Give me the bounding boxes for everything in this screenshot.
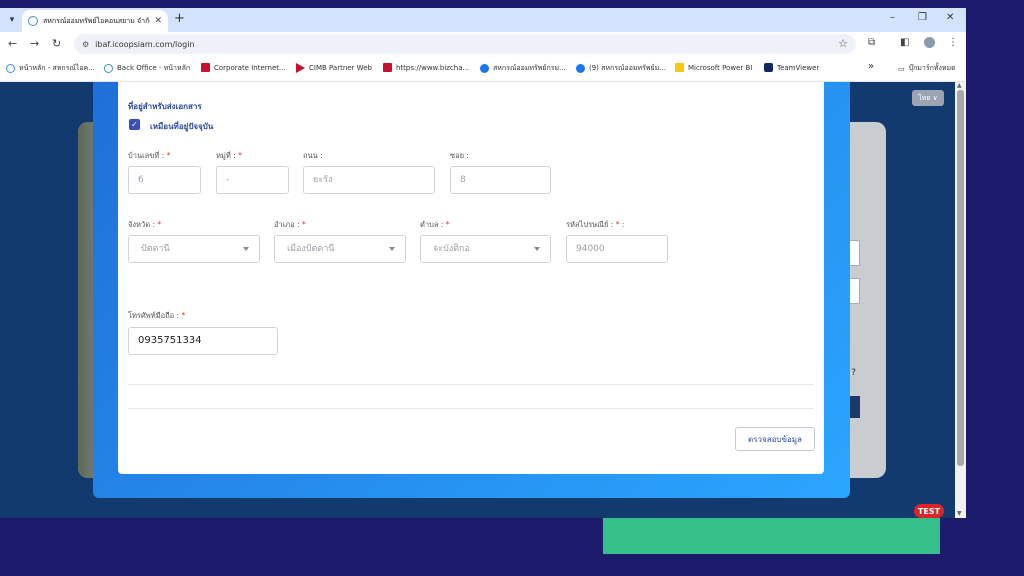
- page-scrollbar[interactable]: ▲ ▼: [955, 82, 966, 518]
- browser-toolbar: ← → ↻ ⚙ ibaf.icoopsiam.com/login ☆ ⧉ ◧ ⋮: [0, 32, 966, 56]
- bookmark-item[interactable]: CIMB Partner Web: [296, 63, 372, 73]
- extensions-icon[interactable]: ⧉: [868, 37, 875, 48]
- facebook-icon: [480, 64, 489, 73]
- address-modal: ที่อยู่สำหรับส่งเอกสาร ✓ เหมือนที่อยู่ปั…: [118, 82, 824, 474]
- url-text: ibaf.icoopsiam.com/login: [95, 39, 195, 49]
- page-content: ? ไทย ∨ ที่อยู่สำหรับส่งเอกสาร ✓ เหมือนท…: [0, 82, 955, 518]
- bookmark-item[interactable]: Microsoft Power BI: [675, 63, 752, 72]
- road-input[interactable]: ยะรัง: [303, 166, 435, 194]
- background-question-mark: ?: [851, 368, 856, 378]
- test-badge: TEST: [914, 504, 944, 518]
- subdistrict-label: ตำบล : *: [420, 220, 450, 229]
- scroll-down-icon[interactable]: ▼: [957, 510, 962, 517]
- district-select[interactable]: เมืองปัตตานี: [274, 235, 406, 263]
- restore-icon[interactable]: ❐: [918, 12, 927, 23]
- road-label: ถนน :: [303, 151, 323, 160]
- folder-icon: ▭: [898, 64, 905, 73]
- forward-icon[interactable]: →: [30, 37, 39, 50]
- bookmark-item[interactable]: (9) สหกรณ์ออมทรัพย์ม...: [576, 63, 666, 74]
- powerbi-icon: [675, 63, 684, 72]
- bookmark-star-icon[interactable]: ☆: [838, 37, 848, 50]
- bookmark-item[interactable]: หน้าหลัก - สหกรณ์ไอค...: [6, 63, 95, 74]
- mobile-label: โทรศัพท์มือถือ : *: [128, 311, 186, 320]
- language-selector[interactable]: ไทย ∨: [912, 90, 944, 106]
- back-icon[interactable]: ←: [8, 37, 17, 50]
- bookmarks-overflow-icon[interactable]: »: [868, 61, 874, 72]
- scrollbar-thumb[interactable]: [957, 90, 964, 466]
- section-title: ที่อยู่สำหรับส่งเอกสาร: [128, 102, 202, 111]
- house-no-label: บ้านเลขที่ : *: [128, 151, 171, 160]
- close-tab-icon[interactable]: ✕: [154, 16, 162, 26]
- mobile-input[interactable]: 0935751334: [128, 327, 278, 355]
- bookmarks-bar: หน้าหลัก - สหกรณ์ไอค... Back Office - หน…: [0, 56, 966, 82]
- tab-search-icon[interactable]: ▾: [4, 12, 20, 28]
- postal-code-label: รหัสไปรษณีย์ : * :: [566, 220, 625, 229]
- bookmark-item[interactable]: Corporate Internet...: [201, 63, 286, 72]
- tab-active[interactable]: สหกรณ์ออมทรัพย์ไอคอนสยาม จำกัด ✕: [22, 10, 168, 32]
- close-window-icon[interactable]: ✕: [946, 12, 954, 23]
- district-label: อำเภอ : *: [274, 220, 306, 229]
- facebook-icon: [576, 64, 585, 73]
- bank-icon: [383, 63, 392, 72]
- tab-title: สหกรณ์ออมทรัพย์ไอคอนสยาม จำกัด: [43, 16, 151, 25]
- province-label: จังหวัด : *: [128, 220, 162, 229]
- same-address-checkbox[interactable]: ✓: [129, 119, 140, 130]
- moo-label: หมู่ที่ : *: [216, 151, 242, 160]
- bookmark-item[interactable]: Back Office - หน้าหลัก: [104, 63, 190, 74]
- chevron-down-icon: [534, 247, 540, 251]
- scroll-up-icon[interactable]: ▲: [957, 82, 962, 89]
- avatar: [924, 37, 935, 48]
- side-panel-icon[interactable]: ◧: [900, 37, 909, 48]
- bookmark-item[interactable]: https://www.bizcha...: [383, 63, 469, 72]
- cimb-icon: [296, 63, 305, 73]
- browser-window: ▾ สหกรณ์ออมทรัพย์ไอคอนสยาม จำกัด ✕ + – ❐…: [0, 8, 966, 518]
- reload-icon[interactable]: ↻: [52, 37, 61, 50]
- menu-icon[interactable]: ⋮: [948, 37, 958, 48]
- same-address-label: เหมือนที่อยู่ปัจจุบัน: [150, 122, 214, 131]
- all-bookmarks-folder[interactable]: ▭ บุ๊กมาร์กทั้งหมด: [898, 63, 956, 74]
- chevron-down-icon: [243, 247, 249, 251]
- bank-icon: [201, 63, 210, 72]
- soi-label: ซอย :: [450, 151, 469, 160]
- globe-icon: [104, 64, 113, 73]
- house-no-input[interactable]: 6: [128, 166, 201, 194]
- province-select[interactable]: ปัตตานี: [128, 235, 260, 263]
- chevron-down-icon: [389, 247, 395, 251]
- profile-avatar[interactable]: [924, 37, 935, 51]
- moo-input[interactable]: -: [216, 166, 289, 194]
- tab-bar: ▾ สหกรณ์ออมทรัพย์ไอคอนสยาม จำกัด ✕ + – ❐…: [0, 8, 966, 32]
- bookmark-item[interactable]: สหกรณ์ออมทรัพย์กรม...: [480, 63, 566, 74]
- bookmark-item[interactable]: TeamViewer: [764, 63, 819, 72]
- subdistrict-select[interactable]: จะบังติกอ: [420, 235, 551, 263]
- globe-icon: [6, 64, 15, 73]
- highlight-bar: [603, 518, 940, 554]
- minimize-icon[interactable]: –: [890, 12, 895, 23]
- address-bar[interactable]: ⚙ ibaf.icoopsiam.com/login ☆: [74, 34, 856, 54]
- new-tab-button[interactable]: +: [174, 11, 185, 26]
- site-favicon-icon: [28, 16, 38, 26]
- teamviewer-icon: [764, 63, 773, 72]
- verify-data-button[interactable]: ตรวจสอบข้อมูล: [735, 427, 815, 451]
- soi-input[interactable]: 8: [450, 166, 551, 194]
- check-icon: ✓: [131, 120, 138, 129]
- postal-code-input[interactable]: 94000: [566, 235, 668, 263]
- site-info-icon[interactable]: ⚙: [82, 40, 89, 49]
- divider: [128, 408, 814, 409]
- divider: [128, 384, 814, 385]
